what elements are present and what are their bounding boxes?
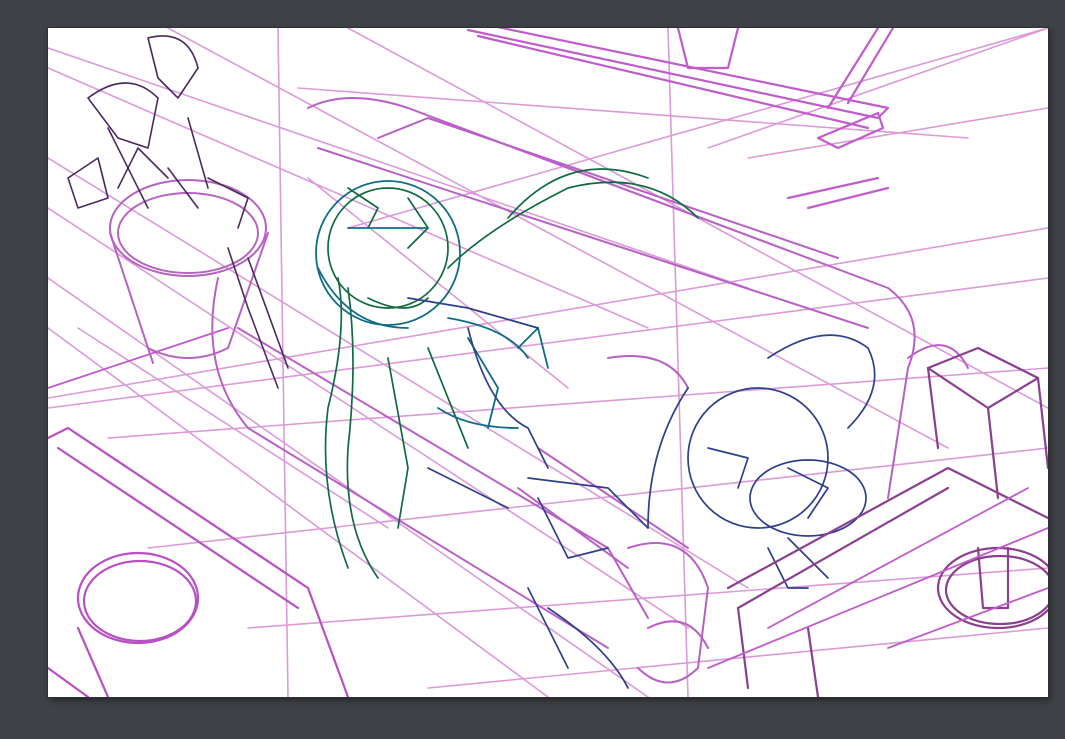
sketch-artwork [48, 28, 1048, 697]
window-frame [466, 28, 895, 210]
workspace-background [0, 0, 1065, 739]
side-table [726, 346, 1048, 697]
plant-leaves [67, 35, 289, 389]
drawing-canvas[interactable] [48, 28, 1048, 697]
coffee-table [48, 426, 350, 697]
